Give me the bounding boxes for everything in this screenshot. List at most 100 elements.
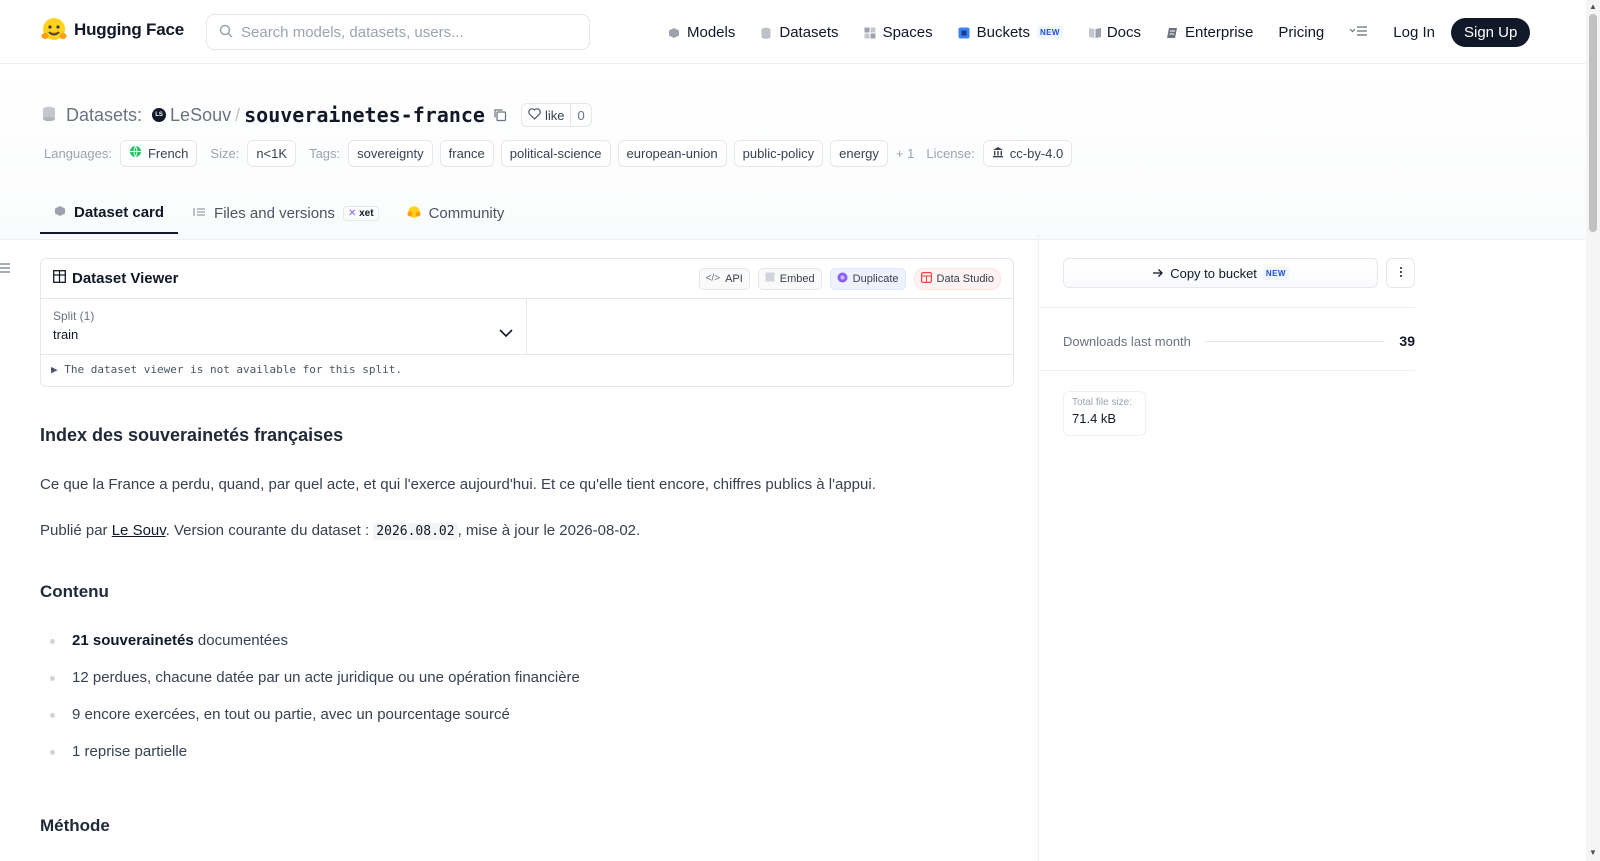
nav-item-label: Docs [1106,23,1142,41]
page-scrollbar[interactable]: ▲ ▼ [1586,0,1600,861]
list-item: 9 encore exercées, en tout ou partie, av… [40,704,1014,741]
viewer-header: Dataset Viewer </> API Embed Duplicate Da… [41,259,1013,299]
divider [1039,307,1415,308]
license-tag[interactable]: cc-by-4.0 [982,139,1073,167]
le-souv-link[interactable]: Le Souv [112,522,166,539]
table-icon [53,270,66,287]
search-box[interactable] [206,14,590,50]
api-button[interactable]: </> API [698,267,750,290]
tag-sovereignty[interactable]: sovereignty [348,139,433,167]
nav-item-pricing[interactable]: Pricing [1278,24,1324,41]
card-title: Index des souverainetés françaises [40,425,344,445]
scroll-up-icon[interactable]: ▲ [1589,2,1597,11]
pub-mid: . Version courante du dataset : [165,522,374,539]
repo-title-row: Datasets: LS LeSouv / souverainetes-fran… [42,101,592,129]
like-label: like [544,107,565,123]
signup-button[interactable]: Sign Up [1450,17,1531,47]
tab-label: Files and versions [214,204,335,222]
more-menu-button[interactable] [1349,25,1369,40]
org-avatar: LS [152,108,167,122]
scroll-down-icon[interactable]: ▼ [1589,848,1597,857]
tab-files-and-versions[interactable]: Files and versions ✕ xet [178,192,393,234]
like-toggle[interactable]: like [522,104,571,126]
nav-links: Models Datasets Spaces Buckets NEW Docs … [668,17,1531,47]
section-contenu: Contenu [40,582,109,601]
enterprise-icon [1166,26,1178,38]
tab-label: Community [428,204,505,222]
size-tag[interactable]: n<1K [247,139,297,167]
tab-label: Dataset card [74,203,165,221]
more-tags-button[interactable]: + 1 [896,146,914,161]
hugging-face-logo-icon [40,16,68,44]
nav-item-spaces[interactable]: Spaces [864,24,933,41]
duplicate-button[interactable]: Duplicate [829,267,906,290]
tag-france[interactable]: france [439,139,494,167]
search-input[interactable] [241,23,561,41]
list-item: 1 reprise partielle [40,741,1014,778]
nav-item-label: Enterprise [1185,23,1254,41]
tag-european-union[interactable]: european-union [617,139,727,167]
heart-icon [528,107,541,123]
nav-item-docs[interactable]: Docs [1088,24,1141,41]
sidebar-toggle-icon[interactable] [0,262,10,277]
nav-item-buckets[interactable]: Buckets NEW [958,24,1063,41]
menu-icon [1349,25,1369,40]
nav-item-models[interactable]: Models [668,24,735,41]
community-icon [407,205,421,222]
list-item: 21 souverainetés documentées [40,630,1014,667]
downloads-row: Downloads last month 39 [1063,333,1415,349]
embed-button[interactable]: Embed [757,267,822,290]
copy-to-bucket-button[interactable]: Copy to bucket NEW [1063,258,1378,288]
search-icon [219,24,233,41]
tab-dataset-card[interactable]: Dataset card [40,192,179,234]
downloads-sparkline [1204,340,1386,342]
downloads-label: Downloads last month [1063,333,1191,349]
copy-bucket-label: Copy to bucket [1170,265,1257,281]
new-badge: NEW [1262,266,1289,280]
tab-community[interactable]: Community [393,192,519,234]
xet-badge: ✕ xet [342,205,379,221]
more-options-button[interactable] [1386,258,1415,288]
data-studio-button[interactable]: Data Studio [913,267,1001,290]
like-count[interactable]: 0 [570,104,590,126]
embed-icon [765,272,775,285]
nav-item-label: Spaces [882,23,933,41]
file-size-value: 71.4 kB [1072,411,1117,426]
top-navbar: Hugging Face Models Datasets Spaces Buck… [0,0,1586,64]
viewer-title-label: Dataset Viewer [72,270,179,287]
repo-name[interactable]: souverainetes-france [244,103,485,127]
nav-item-label: Datasets [779,23,839,41]
downloads-count: 39 [1399,333,1415,349]
file-size-label: Total file size: [1072,397,1133,408]
brand-logo[interactable]: Hugging Face [40,16,184,44]
language-tag[interactable]: French [119,139,198,167]
card-publication: Publié par Le Souv. Version courante du … [40,522,1014,540]
org-link[interactable]: LeSouv [170,105,231,126]
tag-public-policy[interactable]: public-policy [733,139,824,167]
book-icon [1088,26,1101,38]
dataset-card-content: Index des souverainetés françaises Ce qu… [40,425,1014,836]
nav-item-datasets[interactable]: Datasets [760,23,839,41]
nav-item-label: Buckets [976,23,1030,41]
tag-political-science[interactable]: political-science [500,139,611,167]
scroll-thumb[interactable] [1589,14,1597,232]
viewer-split-row: Split (1) train [41,299,1013,355]
section-methode: Méthode [40,816,110,835]
copy-icon[interactable] [493,108,507,122]
dataset-viewer: Dataset Viewer </> API Embed Duplicate Da… [40,258,1014,387]
split-selector[interactable]: Split (1) train [41,299,527,354]
new-badge: NEW [1036,25,1063,39]
login-link[interactable]: Log In [1393,24,1435,41]
nav-item-enterprise[interactable]: Enterprise [1166,24,1253,41]
viewer-unavailable-note[interactable]: ▶ The dataset viewer is not available fo… [41,355,1013,384]
divider [1039,370,1415,371]
size-label: Size: [210,145,240,161]
like-button[interactable]: like 0 [520,103,592,127]
languages-label: Languages: [44,145,112,161]
tag-energy[interactable]: energy [830,139,888,167]
repo-type-label[interactable]: Datasets: [66,105,142,126]
data-studio-icon [920,271,932,286]
viewer-title: Dataset Viewer [53,270,178,287]
bullet-rest: documentées [193,632,288,649]
database-icon [42,106,56,125]
